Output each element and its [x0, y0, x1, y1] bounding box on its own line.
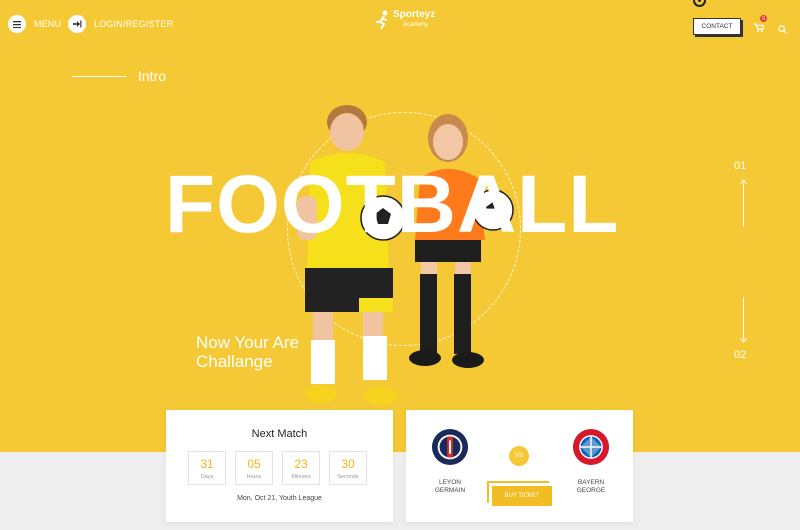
intro-text: Intro [138, 68, 167, 84]
slide-number-bottom[interactable]: 02 [734, 349, 746, 361]
login-icon [68, 15, 86, 33]
hamburger-icon [8, 15, 26, 33]
countdown-label: Hours [246, 474, 262, 480]
slide-number-top[interactable]: 01 [734, 160, 746, 172]
arrow-down-icon [740, 337, 747, 343]
next-match-title: Next Match [251, 428, 308, 440]
buy-ticket-button[interactable]: BUY TICKET [492, 486, 552, 506]
psg-crest-icon [431, 428, 469, 466]
runner-icon [376, 10, 388, 30]
site-logo[interactable]: Sporteyz Academy [374, 10, 435, 30]
away-team-name-2: GEORGE [576, 487, 606, 494]
countdown-label: Seconds [337, 474, 359, 480]
countdown-hours: 05 Hours [235, 451, 273, 485]
countdown-value: 23 [294, 457, 308, 471]
cart-button[interactable]: 0 [754, 15, 767, 37]
bottom-band [0, 452, 800, 530]
countdown-value: 05 [247, 457, 261, 471]
intro-label: Intro [72, 68, 166, 84]
slide-up-arrow[interactable] [740, 179, 747, 227]
next-match-card: Next Match 31 Days 05 Hours 23 Minutes 3… [166, 410, 393, 522]
match-date: Mon, Oct 21, Youth League [237, 495, 322, 502]
cart-icon [754, 23, 765, 32]
login-label: LOGIN/REGISTER [94, 19, 174, 29]
boy-figure [297, 105, 406, 405]
site-header: MENU LOGIN/REGISTER Sporteyz Academy CON… [0, 0, 800, 52]
bayern-crest-icon [572, 428, 610, 466]
home-team-name-2: GERMAIN [434, 487, 466, 494]
logo-name: Sporteyz [393, 9, 436, 20]
countdown-value: 31 [200, 457, 214, 471]
hero-kids-image [297, 105, 514, 405]
vs-badge: VS [509, 446, 529, 466]
tagline-line-2: Challange [196, 352, 273, 371]
countdown-value: 30 [341, 457, 355, 471]
logo-subtitle: Academy [403, 22, 429, 28]
home-team[interactable]: LEYON GERMAIN [415, 428, 485, 495]
menu-label: MENU [34, 19, 62, 29]
slide-down-arrow[interactable] [740, 297, 747, 343]
countdown-label: Minutes [291, 474, 311, 480]
countdown: 31 Days 05 Hours 23 Minutes 30 Seconds [188, 451, 367, 485]
away-team[interactable]: BAYERN GEORGE [556, 428, 626, 495]
cart-count-badge: 0 [760, 15, 767, 22]
arrow-up-icon [740, 179, 747, 185]
search-button[interactable] [778, 21, 787, 39]
fixture-card: LEYON GERMAIN VS BAYERN GEORGE BUY TICKE… [406, 410, 633, 522]
tagline-line-1: Now Your Are [196, 333, 300, 352]
login-register-button[interactable]: LOGIN/REGISTER [68, 15, 173, 33]
away-team-name-1: BAYERN [577, 479, 605, 486]
countdown-seconds: 30 Seconds [329, 451, 367, 485]
intro-line [72, 75, 126, 77]
hero-tagline: Now Your Are Challange [196, 333, 299, 371]
countdown-minutes: 23 Minutes [282, 451, 320, 485]
hero-section: Intro FOOTBALL Now Your Are Challange 01… [0, 0, 800, 452]
home-team-name-1: LEYON [438, 479, 462, 486]
search-icon [778, 25, 787, 34]
menu-button[interactable]: MENU [8, 15, 61, 33]
countdown-days: 31 Days [188, 451, 226, 485]
cursor-dot-icon [693, 0, 706, 7]
countdown-label: Days [200, 474, 214, 480]
hero-title: FOOTBALL [165, 159, 620, 250]
contact-button[interactable]: CONTACT [693, 18, 741, 35]
